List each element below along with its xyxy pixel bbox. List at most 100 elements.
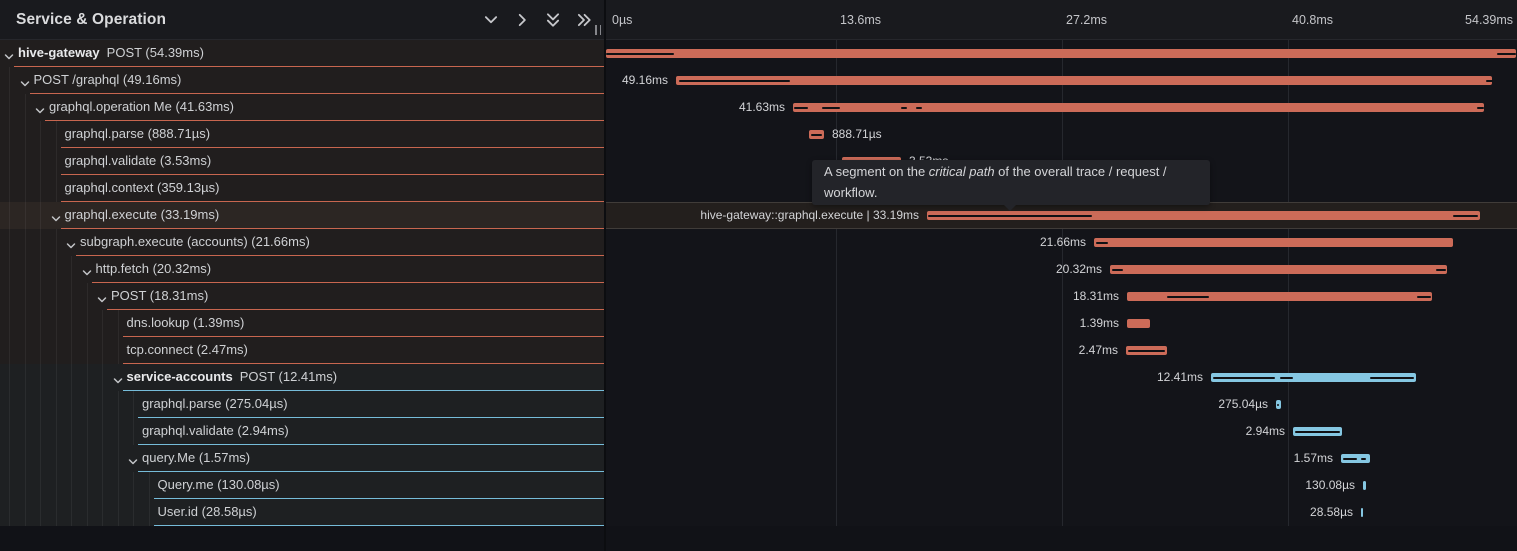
- critical-path-segment: [928, 215, 1092, 217]
- indent-guide: [25, 364, 26, 391]
- span-bar[interactable]: [793, 103, 1484, 112]
- timeline-row[interactable]: 1.57ms: [606, 445, 1517, 472]
- indent-guide: [9, 310, 10, 337]
- tree-row[interactable]: graphql.parse (888.71µs): [0, 121, 604, 148]
- span-bar[interactable]: [1293, 427, 1342, 436]
- chevron-down-icon[interactable]: [97, 292, 107, 302]
- double-chevron-down-icon[interactable]: [545, 12, 561, 28]
- tree-row[interactable]: graphql.parse (275.04µs): [0, 391, 604, 418]
- timeline-row[interactable]: 28.58µs: [606, 499, 1517, 526]
- indent-guide: [118, 337, 119, 364]
- panel-resize-handle[interactable]: [595, 25, 601, 35]
- tree-row[interactable]: hive-gatewayPOST (54.39ms): [0, 40, 604, 67]
- tree-row[interactable]: graphql.validate (3.53ms): [0, 148, 604, 175]
- indent-guide: [25, 229, 26, 256]
- indent-guide: [25, 337, 26, 364]
- span-bar[interactable]: [1126, 346, 1167, 355]
- tooltip-emphasis: critical path: [929, 164, 995, 179]
- span-bar[interactable]: [1211, 373, 1416, 382]
- span-bar[interactable]: [1341, 454, 1370, 463]
- indent-guide: [40, 175, 41, 202]
- indent-guide: [118, 499, 119, 526]
- chevron-right-icon[interactable]: [514, 12, 530, 28]
- span-bar[interactable]: [1361, 508, 1363, 517]
- double-chevron-right-icon[interactable]: [576, 12, 592, 28]
- timeline-row[interactable]: 41.63ms: [606, 94, 1517, 121]
- indent-guide: [149, 472, 150, 499]
- span-bar[interactable]: [1127, 292, 1432, 301]
- indent-guide: [118, 310, 119, 337]
- span-bar[interactable]: [1276, 400, 1281, 409]
- indent-guide: [118, 418, 119, 445]
- timeline-tick: 27.2ms: [1066, 0, 1107, 40]
- timeline-row[interactable]: 1.39ms: [606, 310, 1517, 337]
- span-bar[interactable]: [1363, 481, 1366, 490]
- span-bar[interactable]: [676, 76, 1492, 85]
- span-duration-label: 12.41ms: [1157, 364, 1203, 391]
- tree-row[interactable]: subgraph.execute (accounts) (21.66ms): [0, 229, 604, 256]
- indent-guide: [149, 499, 150, 526]
- indent-guide: [25, 283, 26, 310]
- timeline-tick: 54.39ms: [1465, 0, 1513, 40]
- timeline-row[interactable]: 2.47ms: [606, 337, 1517, 364]
- tree-row[interactable]: POST /graphql (49.16ms): [0, 67, 604, 94]
- span-name-label: graphql.validate (3.53ms): [65, 148, 212, 175]
- indent-guide: [102, 310, 103, 337]
- timeline-row[interactable]: 18.31ms: [606, 283, 1517, 310]
- tree-row[interactable]: graphql.context (359.13µs): [0, 175, 604, 202]
- tree-row[interactable]: graphql.operation Me (41.63ms): [0, 94, 604, 121]
- span-bar[interactable]: [1110, 265, 1447, 274]
- tree-row[interactable]: graphql.validate (2.94ms): [0, 418, 604, 445]
- span-duration-label: 41.63ms: [739, 94, 785, 121]
- tree-row[interactable]: dns.lookup (1.39ms): [0, 310, 604, 337]
- chevron-down-icon[interactable]: [35, 103, 45, 113]
- critical-path-segment: [1453, 215, 1478, 217]
- tree-row[interactable]: service-accountsPOST (12.41ms): [0, 364, 604, 391]
- span-bar[interactable]: [606, 49, 1516, 58]
- chevron-down-icon[interactable]: [4, 49, 14, 59]
- tree-row[interactable]: User.id (28.58µs): [0, 499, 604, 526]
- span-bar[interactable]: [809, 130, 824, 139]
- tree-row[interactable]: tcp.connect (2.47ms): [0, 337, 604, 364]
- timeline-row[interactable]: 2.94ms: [606, 418, 1517, 445]
- panel-divider[interactable]: [604, 0, 606, 551]
- chevron-down-icon[interactable]: [483, 12, 499, 28]
- span-bar[interactable]: [1127, 319, 1150, 328]
- span-duration-label: 49.16ms: [622, 67, 668, 94]
- timeline-row[interactable]: 275.04µs: [606, 391, 1517, 418]
- timeline-row[interactable]: 49.16ms: [606, 67, 1517, 94]
- timeline-row[interactable]: 888.71µs: [606, 121, 1517, 148]
- tree-row[interactable]: query.Me (1.57ms): [0, 445, 604, 472]
- timeline-row[interactable]: 12.41ms: [606, 364, 1517, 391]
- timeline-row[interactable]: 20.32ms: [606, 256, 1517, 283]
- critical-path-segment: [901, 107, 907, 109]
- chevron-down-icon[interactable]: [128, 454, 138, 464]
- span-bar[interactable]: [1094, 238, 1453, 247]
- timeline-tick: 40.8ms: [1292, 0, 1333, 40]
- tree-row[interactable]: http.fetch (20.32ms): [0, 256, 604, 283]
- timeline-row[interactable]: hive-gateway::graphql.execute | 33.19ms: [606, 202, 1517, 229]
- indent-guide: [25, 391, 26, 418]
- span-tree-panel: hive-gatewayPOST (54.39ms)POST /graphql …: [0, 40, 604, 526]
- timeline-row[interactable]: 21.66ms: [606, 229, 1517, 256]
- chevron-down-icon[interactable]: [113, 373, 123, 383]
- indent-guide: [40, 310, 41, 337]
- indent-guide: [87, 445, 88, 472]
- tree-row[interactable]: POST (18.31ms): [0, 283, 604, 310]
- indent-guide: [25, 310, 26, 337]
- indent-guide: [40, 445, 41, 472]
- tree-row[interactable]: Query.me (130.08µs): [0, 472, 604, 499]
- span-name-label: graphql.parse (275.04µs): [142, 391, 288, 418]
- tree-row[interactable]: graphql.execute (33.19ms): [0, 202, 604, 229]
- timeline-row[interactable]: [606, 40, 1517, 67]
- indent-guide: [25, 148, 26, 175]
- indent-guide: [25, 94, 26, 121]
- chevron-down-icon[interactable]: [20, 76, 30, 86]
- timeline-row[interactable]: 130.08µs: [606, 472, 1517, 499]
- span-name-label: graphql.operation Me (41.63ms): [49, 94, 234, 121]
- chevron-down-icon[interactable]: [51, 211, 61, 221]
- chevron-down-icon[interactable]: [82, 265, 92, 275]
- indent-guide: [9, 202, 10, 229]
- span-bar[interactable]: [927, 211, 1480, 220]
- chevron-down-icon[interactable]: [66, 238, 76, 248]
